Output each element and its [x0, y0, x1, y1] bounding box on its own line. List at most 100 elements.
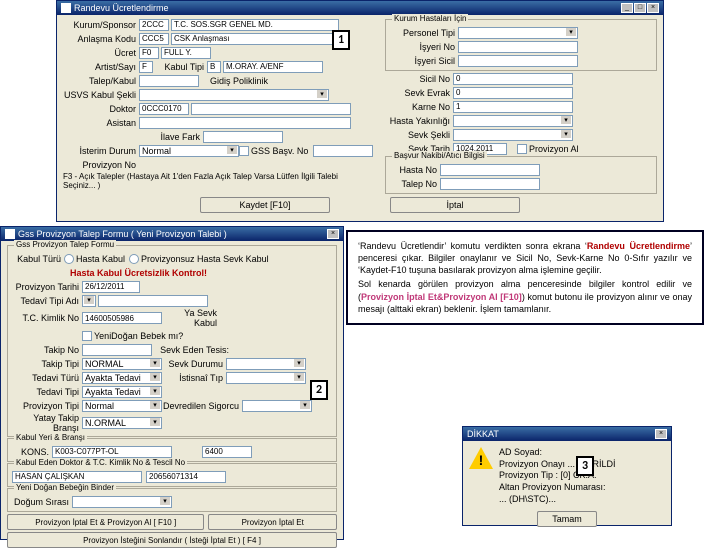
inp-provtarih[interactable]: 26/12/2011 — [82, 281, 140, 293]
inp-anlasmacode[interactable]: CCC5 — [139, 33, 169, 45]
inp-konscode[interactable]: K003-C077PT-OL — [52, 446, 172, 458]
inp-ucrettext[interactable]: FULL Y. — [161, 47, 211, 59]
inp-isyerino[interactable] — [458, 41, 578, 53]
msg-l1: AD Soyad: — [499, 447, 616, 459]
lbl-sicilno: Sicil No — [385, 74, 453, 84]
inp-tc[interactable]: 14600505986 — [82, 312, 162, 324]
inp-isyerisicil[interactable] — [458, 55, 578, 67]
lbl-tedtipi2: Tedavi Tipi — [12, 387, 82, 397]
lbl-kurum: Kurum/Sponsor — [63, 20, 139, 30]
grp-top: Gss Provizyon Talep Formu Kabul Türü Has… — [7, 245, 337, 437]
btn-tamam[interactable]: Tamam — [537, 511, 597, 527]
inp-anlasmatext[interactable]: CSK Anlaşması — [171, 33, 339, 45]
p1red: Randevu Ücretlendirme — [587, 241, 690, 251]
inp-kurumcode[interactable]: 2CCC — [139, 19, 169, 31]
msg-body: ! AD Soyad: Provizyon Onayı ... -VERİLDİ… — [463, 441, 671, 511]
min-icon[interactable]: _ — [621, 3, 633, 13]
grp-kabul-title: Kabul Yeri & Branşı — [14, 433, 87, 442]
inp-kabultipicode[interactable]: B — [207, 61, 221, 73]
btn-sonlandir[interactable]: Provizyon İsteğini Sonlandır ( İsteği İp… — [7, 532, 337, 548]
inp-konsval[interactable]: 6400 — [202, 446, 252, 458]
opt1: Hasta Kabul — [76, 254, 125, 264]
lbl-hastano: Hasta No — [390, 165, 440, 175]
combo-dogum[interactable] — [72, 496, 172, 508]
inp-ilavefark[interactable] — [203, 131, 283, 143]
inp-kabultipitext[interactable]: M.ORAY. A/ENF — [223, 61, 323, 73]
lbl-asistan: Asistan — [63, 118, 139, 128]
inp-doktorno[interactable]: 20656071314 — [146, 471, 226, 483]
combo-tedturu[interactable]: Ayakta Tedavi — [82, 372, 162, 384]
msg-l2: Provizyon Onayı ... -VERİLDİ — [499, 459, 616, 471]
btn-kaydet[interactable]: Kaydet [F10] — [200, 197, 330, 213]
inp-karneno[interactable]: 1 — [453, 101, 573, 113]
lbl-sevktesis: Sevk Eden Tesis: — [152, 345, 232, 355]
combo-isterim[interactable]: Normal — [139, 145, 239, 157]
combo-personeltipi[interactable] — [458, 27, 578, 39]
lbl-personeltipi: Personel Tipi — [390, 28, 458, 38]
combo-hastayakin[interactable] — [453, 115, 573, 127]
lbl-tedavitipi: Tedavî Tipi Adı — [12, 296, 82, 306]
inp-takipno[interactable] — [82, 344, 152, 356]
lbl-karneno: Karne No — [385, 102, 453, 112]
cb-proval[interactable] — [517, 144, 527, 154]
titlebar-prov[interactable]: Gss Provizyon Talep Formu ( Yeni Provizy… — [1, 227, 343, 241]
combo-usvs[interactable] — [139, 89, 329, 101]
cb-yenidogan[interactable] — [82, 331, 92, 341]
radio-opt1[interactable] — [64, 254, 74, 264]
inp-ucretcode[interactable]: F0 — [139, 47, 159, 59]
inp-gssno[interactable] — [313, 145, 373, 157]
lbl-doktor: Doktor — [63, 104, 139, 114]
inp-hastano[interactable] — [440, 164, 540, 176]
lbl-proval: Provizyon Al — [529, 144, 579, 154]
win-randevu: Randevu Ücretlendirme _ □ × Kurum/Sponso… — [56, 0, 664, 222]
radio-opt2[interactable] — [129, 254, 139, 264]
btn-iptal[interactable]: İptal — [390, 197, 520, 213]
title-text-2: Gss Provizyon Talep Formu ( Yeni Provizy… — [18, 229, 227, 239]
p1a: ‘Randevu Ücretlendir’ komutu verdikten s… — [358, 241, 587, 251]
combo-provtipi[interactable]: Normal — [82, 400, 162, 412]
inp-doktor[interactable]: 0CCC0170 — [139, 103, 189, 115]
lbl-sevkevrak: Sevk Evrak — [385, 88, 453, 98]
close-icon-2[interactable]: × — [327, 229, 339, 239]
body-prov: Gss Provizyon Talep Formu Kabul Türü Has… — [1, 241, 343, 552]
combo-takiptipi[interactable]: NORMAL — [82, 358, 162, 370]
close-icon[interactable]: × — [647, 3, 659, 13]
combo-takipbrans[interactable]: N.ORMAL — [82, 417, 162, 429]
inp-asistan[interactable] — [139, 117, 351, 129]
window-controls: _ □ × — [621, 3, 659, 13]
grp-yeni-title: Yeni Doğan Bebeğin Binder — [14, 483, 116, 492]
lbl-artist: Artist/Sayı — [63, 62, 139, 72]
btn-proval[interactable]: Provizyon İptal Et & Provizyon Al [ F10 … — [7, 514, 204, 530]
grp-top-title: Gss Provizyon Talep Formu — [14, 240, 116, 249]
close-icon-3[interactable]: × — [655, 429, 667, 439]
inp-doktortext[interactable] — [191, 103, 351, 115]
combo-istisna[interactable] — [226, 372, 306, 384]
inp-sevkevrak[interactable]: 0 — [453, 87, 573, 99]
inp-tedtipi[interactable] — [98, 295, 208, 307]
lbl-kons: KONS. — [12, 447, 52, 457]
lbl-sevkdurum: Sevk Durumu — [162, 359, 226, 369]
numbox-2: 2 — [310, 380, 328, 400]
inp-doktorad[interactable]: HASAN ÇALIŞKAN — [12, 471, 142, 483]
btn-proviptal[interactable]: Provizyon İptal Et — [208, 514, 337, 530]
warning-icon: ! — [469, 447, 493, 469]
numbox-1: 1 — [332, 30, 350, 50]
inp-artist[interactable]: F — [139, 61, 153, 73]
inp-kurumtext[interactable]: T.C. SOS.SGR GENEL MD. — [171, 19, 339, 31]
titlebar-randevu[interactable]: Randevu Ücretlendirme _ □ × — [57, 1, 663, 15]
cb-gss[interactable] — [239, 146, 249, 156]
inp-sicilno[interactable]: 0 — [453, 73, 573, 85]
p2pink: Provizyon İptal Et&Provizyon Al [F10] — [361, 292, 522, 302]
max-icon[interactable]: □ — [634, 3, 646, 13]
lbl-tckimlik: T.C. Kimlik No — [12, 313, 82, 323]
combo-tedtipi[interactable]: • — [82, 295, 96, 307]
combo-sevksekli[interactable] — [453, 129, 573, 141]
titlebar-msg[interactable]: DİKKAT × — [463, 427, 671, 441]
combo-devr[interactable] — [242, 400, 312, 412]
lbl-tedturu: Tedavi Türü — [12, 373, 82, 383]
inp-talepno[interactable] — [440, 178, 540, 190]
combo-sevkdurum[interactable] — [226, 358, 306, 370]
combo-tedtipi2[interactable]: Ayakta Tedavi — [82, 386, 162, 398]
inp-talepkabul[interactable] — [139, 75, 199, 87]
msg-title: DİKKAT — [467, 429, 499, 439]
